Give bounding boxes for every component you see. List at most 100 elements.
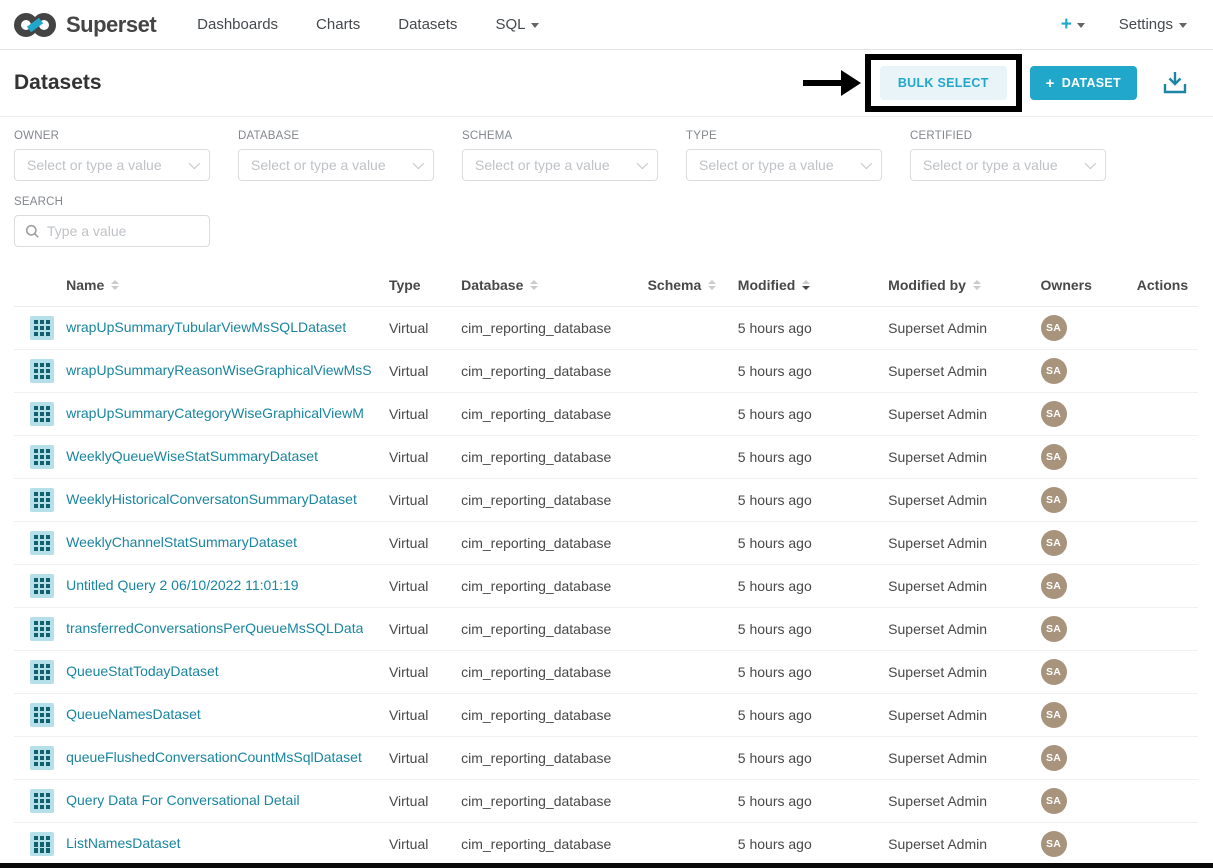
sort-carets-icon xyxy=(708,280,716,291)
owner-avatar[interactable]: SA xyxy=(1041,401,1067,427)
dataset-modified-by: Superset Admin xyxy=(888,694,1040,737)
dataset-name-cell: transferredConversationsPerQueueMsSQLDat… xyxy=(66,608,389,651)
column-header-modified[interactable]: Modified xyxy=(738,261,888,307)
dataset-icon-cell xyxy=(14,350,66,393)
settings-menu-button[interactable]: Settings xyxy=(1119,16,1187,33)
column-header-database[interactable]: Database xyxy=(461,261,647,307)
navbar: Superset Dashboards Charts Datasets SQL … xyxy=(0,0,1213,50)
dataset-name-link[interactable]: wrapUpSummaryTubularViewMsSQLDataset xyxy=(66,319,346,335)
download-icon xyxy=(1163,70,1187,96)
dataset-name-link[interactable]: wrapUpSummaryCategoryWiseGraphicalViewM xyxy=(66,405,364,421)
dataset-owners-cell: SA xyxy=(1041,780,1137,823)
column-header-name[interactable]: Name xyxy=(66,261,389,307)
nav-item-charts[interactable]: Charts xyxy=(297,16,379,33)
dataset-icon-cell xyxy=(14,651,66,694)
dataset-name-link[interactable]: wrapUpSummaryReasonWiseGraphicalViewMsS xyxy=(66,362,372,378)
dataset-actions-cell xyxy=(1137,780,1198,823)
owner-avatar[interactable]: SA xyxy=(1041,659,1067,685)
dataset-type: Virtual xyxy=(389,651,461,694)
column-header-modified-by[interactable]: Modified by xyxy=(888,261,1040,307)
nav-item-datasets[interactable]: Datasets xyxy=(379,16,476,33)
filter-bar: OWNER Select or type a value DATABASE Se… xyxy=(0,117,1213,247)
schema-select[interactable]: Select or type a value xyxy=(462,149,658,181)
dataset-name-cell: wrapUpSummaryReasonWiseGraphicalViewMsS xyxy=(66,350,389,393)
dataset-grid-icon xyxy=(30,359,54,383)
column-header-schema[interactable]: Schema xyxy=(648,261,738,307)
annotation-arrow xyxy=(801,60,863,106)
dataset-database: cim_reporting_database xyxy=(461,307,647,350)
dataset-icon-cell xyxy=(14,479,66,522)
owner-avatar[interactable]: SA xyxy=(1041,444,1067,470)
search-input[interactable] xyxy=(47,223,199,239)
new-item-menu-button[interactable]: + xyxy=(1061,14,1085,36)
dataset-name-cell: Query Data For Conversational Detail xyxy=(66,780,389,823)
owner-avatar[interactable]: SA xyxy=(1041,573,1067,599)
search-box xyxy=(14,215,210,247)
owner-avatar[interactable]: SA xyxy=(1041,487,1067,513)
nav-item-dashboards[interactable]: Dashboards xyxy=(178,16,297,33)
dataset-type: Virtual xyxy=(389,823,461,866)
dataset-name-link[interactable]: Query Data For Conversational Detail xyxy=(66,792,299,808)
dataset-icon-cell xyxy=(14,522,66,565)
owner-avatar[interactable]: SA xyxy=(1041,702,1067,728)
owner-select[interactable]: Select or type a value xyxy=(14,149,210,181)
dataset-type: Virtual xyxy=(389,393,461,436)
dataset-name-cell: WeeklyChannelStatSummaryDataset xyxy=(66,522,389,565)
dataset-grid-icon xyxy=(30,316,54,340)
dataset-modified-by: Superset Admin xyxy=(888,436,1040,479)
dataset-modified-by: Superset Admin xyxy=(888,522,1040,565)
dataset-name-link[interactable]: ListNamesDataset xyxy=(66,835,180,851)
database-select[interactable]: Select or type a value xyxy=(238,149,434,181)
dataset-modified: 5 hours ago xyxy=(738,522,888,565)
filter-database: DATABASE Select or type a value xyxy=(238,130,434,181)
dataset-name-link[interactable]: WeeklyChannelStatSummaryDataset xyxy=(66,534,297,550)
type-select[interactable]: Select or type a value xyxy=(686,149,882,181)
column-header-type: Type xyxy=(389,261,461,307)
owner-avatar[interactable]: SA xyxy=(1041,530,1067,556)
dataset-modified: 5 hours ago xyxy=(738,694,888,737)
add-dataset-button[interactable]: + DATASET xyxy=(1030,66,1137,100)
dataset-name-link[interactable]: queueFlushedConversationCountMsSqlDatase… xyxy=(66,749,362,765)
dataset-actions-cell xyxy=(1137,694,1198,737)
filter-label: DATABASE xyxy=(238,130,434,142)
bulk-select-button[interactable]: BULK SELECT xyxy=(880,66,1007,100)
sort-carets-icon xyxy=(530,280,538,291)
dataset-name-link[interactable]: QueueStatTodayDataset xyxy=(66,663,219,679)
dataset-name-link[interactable]: Untitled Query 2 06/10/2022 11:01:19 xyxy=(66,577,298,593)
dataset-modified: 5 hours ago xyxy=(738,350,888,393)
dataset-owners-cell: SA xyxy=(1041,436,1137,479)
dataset-type: Virtual xyxy=(389,737,461,780)
chevron-down-icon xyxy=(189,158,200,169)
dataset-icon-cell xyxy=(14,393,66,436)
dataset-name-link[interactable]: transferredConversationsPerQueueMsSQLDat… xyxy=(66,620,363,636)
dataset-name-link[interactable]: WeeklyHistoricalConversatonSummaryDatase… xyxy=(66,491,357,507)
column-label: Database xyxy=(461,277,523,293)
owner-avatar[interactable]: SA xyxy=(1041,315,1067,341)
dataset-name-link[interactable]: WeeklyQueueWiseStatSummaryDataset xyxy=(66,448,318,464)
dataset-name-cell: ListNamesDataset xyxy=(66,823,389,866)
owner-avatar[interactable]: SA xyxy=(1041,358,1067,384)
dataset-schema xyxy=(648,307,738,350)
certified-select[interactable]: Select or type a value xyxy=(910,149,1106,181)
owner-avatar[interactable]: SA xyxy=(1041,831,1067,857)
dataset-name-cell: WeeklyQueueWiseStatSummaryDataset xyxy=(66,436,389,479)
dataset-actions-cell xyxy=(1137,436,1198,479)
dataset-schema xyxy=(648,393,738,436)
table-row: Untitled Query 2 06/10/2022 11:01:19Virt… xyxy=(14,565,1198,608)
owner-avatar[interactable]: SA xyxy=(1041,745,1067,771)
filter-schema: SCHEMA Select or type a value xyxy=(462,130,658,181)
table-row: wrapUpSummaryCategoryWiseGraphicalViewM V… xyxy=(14,393,1198,436)
filter-type: TYPE Select or type a value xyxy=(686,130,882,181)
superset-logo[interactable]: Superset xyxy=(12,10,156,40)
owner-avatar[interactable]: SA xyxy=(1041,788,1067,814)
nav-item-sql[interactable]: SQL xyxy=(476,16,558,33)
filter-label: CERTIFIED xyxy=(910,130,1106,142)
chevron-down-icon xyxy=(413,158,424,169)
brand-name: Superset xyxy=(66,12,156,38)
dataset-name-link[interactable]: QueueNamesDataset xyxy=(66,706,201,722)
export-datasets-button[interactable] xyxy=(1163,70,1187,96)
dataset-database: cim_reporting_database xyxy=(461,565,647,608)
dataset-owners-cell: SA xyxy=(1041,651,1137,694)
owner-avatar[interactable]: SA xyxy=(1041,616,1067,642)
dataset-modified: 5 hours ago xyxy=(738,780,888,823)
